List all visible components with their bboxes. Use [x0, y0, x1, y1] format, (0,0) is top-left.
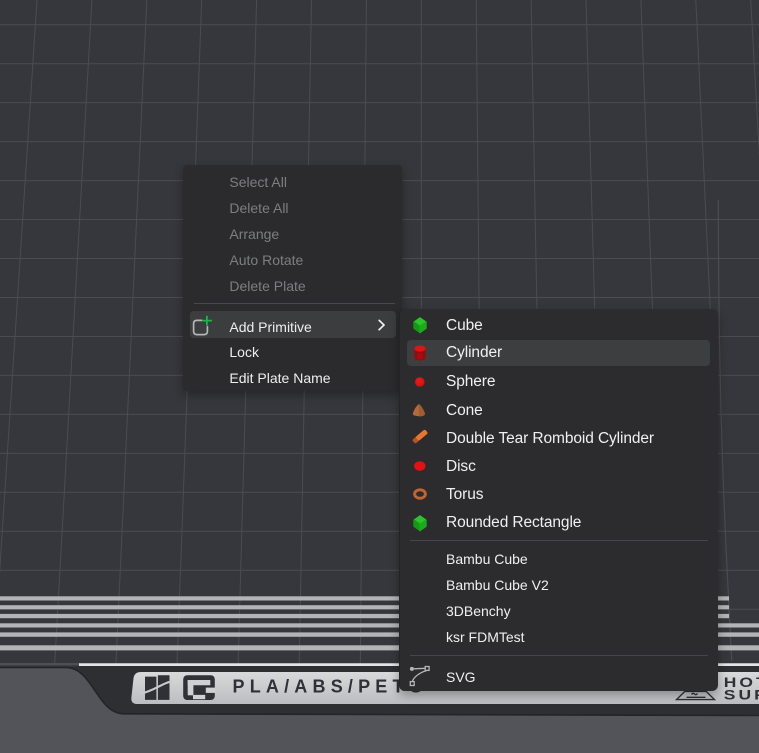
- svg-text:SURFACE: SURFACE: [724, 688, 759, 703]
